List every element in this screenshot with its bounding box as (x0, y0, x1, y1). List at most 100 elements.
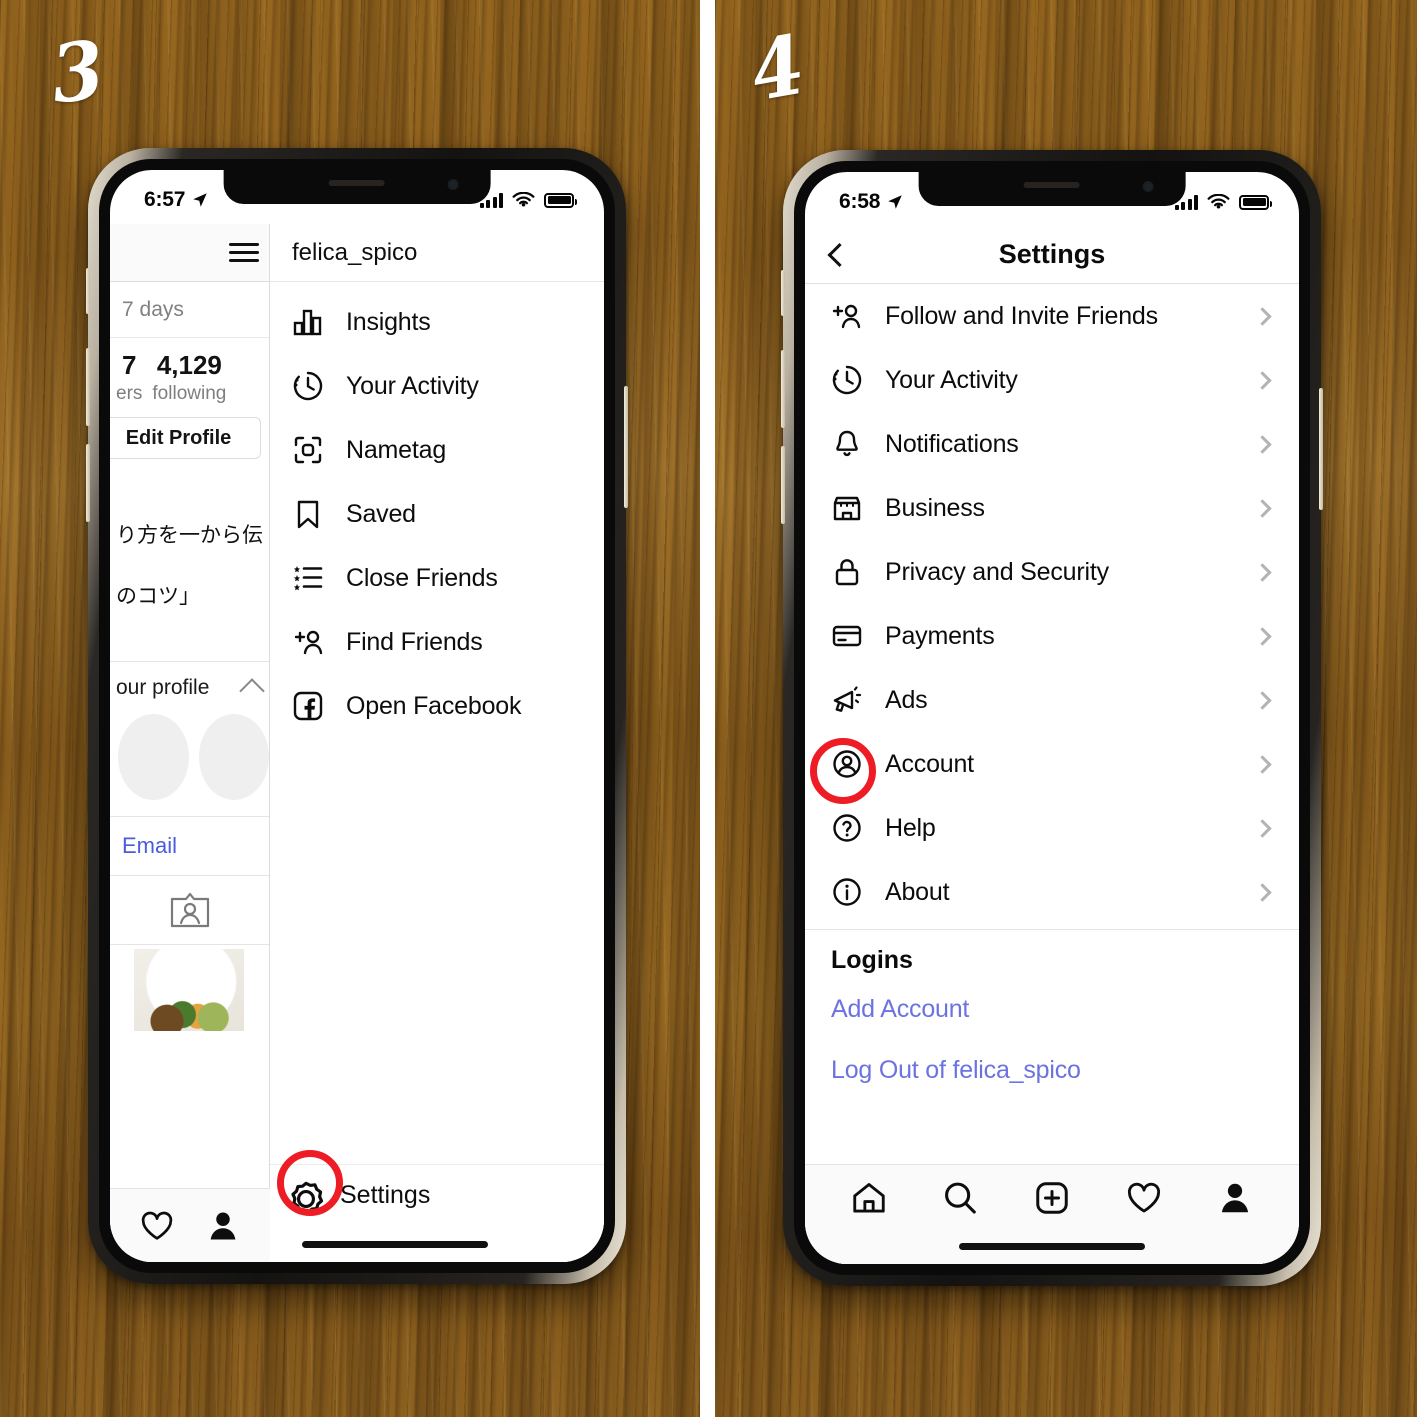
chevron-right-icon (1253, 306, 1272, 326)
story-highlight-circles[interactable] (110, 710, 269, 816)
heart-icon[interactable] (139, 1208, 175, 1244)
home-icon[interactable] (850, 1179, 888, 1217)
home-indicator (302, 1241, 488, 1248)
stat-followers[interactable]: 7 ers (116, 350, 142, 405)
chevron-right-icon (1253, 690, 1272, 710)
menu-item-close-friends[interactable]: Close Friends (270, 546, 604, 610)
menu-item-your-activity[interactable]: Your Activity (270, 354, 604, 418)
chevron-right-icon (1253, 562, 1272, 582)
left-profile-tabbar (110, 1188, 270, 1262)
front-camera (447, 179, 459, 190)
settings-row-label: Account (885, 749, 974, 778)
chevron-right-icon (1253, 626, 1272, 646)
settings-row-label: Business (885, 493, 985, 522)
email-link[interactable]: Email (110, 817, 269, 875)
status-time: 6:57 (144, 188, 186, 211)
left-phone-bezel: 6:57 7 days 7 ers 4,129 following Edit P… (99, 159, 615, 1273)
tagged-tab[interactable] (110, 876, 269, 944)
status-time-group: 6:57 (144, 188, 209, 212)
settings-row-payments[interactable]: Payments (805, 604, 1299, 668)
earpiece-speaker (1024, 182, 1080, 188)
menu-item-insights[interactable]: Insights (270, 290, 604, 354)
account-person-circle-icon (833, 750, 861, 778)
bio-line-1: り方を一から伝 (116, 523, 263, 547)
left-screen-body: 7 days 7 ers 4,129 following Edit Profil… (110, 224, 604, 1262)
clock-activity-icon (832, 365, 862, 395)
search-icon[interactable] (941, 1179, 979, 1217)
menu-item-nametag[interactable]: Nametag (270, 418, 604, 482)
edit-profile-button[interactable]: Edit Profile (110, 417, 261, 459)
profile-person-icon[interactable] (1216, 1179, 1254, 1217)
settings-row-label: Privacy and Security (885, 557, 1109, 586)
menu-item-find-friends[interactable]: Find Friends (270, 610, 604, 674)
nametag-scan-icon (294, 436, 322, 464)
settings-row-account[interactable]: Account (805, 732, 1299, 796)
step-number-left: 3 (47, 24, 109, 122)
wifi-icon (512, 191, 535, 207)
settings-row-business[interactable]: Business (805, 476, 1299, 540)
credit-card-icon (832, 625, 862, 647)
phone-mute-switch (781, 270, 785, 316)
chevron-up-icon (239, 678, 265, 704)
menu-item-label: Close Friends (346, 563, 498, 592)
settings-nav-bar: Settings (805, 226, 1299, 284)
phone-volume-up-button (781, 350, 785, 428)
location-arrow-icon (888, 195, 902, 209)
following-count: 4,129 (156, 350, 222, 380)
front-camera (1142, 181, 1154, 192)
menu-item-saved[interactable]: Saved (270, 482, 604, 546)
settings-row-label: Help (885, 813, 936, 842)
your-profile-section-header[interactable]: our profile (110, 662, 269, 710)
heart-icon[interactable] (1125, 1179, 1163, 1217)
profile-top-bar (110, 224, 269, 282)
settings-row-notifications[interactable]: Notifications (805, 412, 1299, 476)
your-profile-label: our profile (116, 675, 210, 699)
settings-row-label: Follow and Invite Friends (885, 301, 1158, 330)
chevron-left-icon[interactable] (827, 242, 852, 267)
chevron-right-icon (1253, 818, 1272, 838)
earpiece-speaker (329, 180, 385, 186)
lock-icon (835, 559, 859, 586)
menu-item-label: Open Facebook (346, 691, 522, 720)
wifi-icon (1207, 193, 1230, 209)
page-title: Settings (998, 239, 1106, 269)
settings-row-about[interactable]: About (805, 860, 1299, 924)
menu-item-label: Nametag (346, 435, 447, 464)
menu-item-open-facebook[interactable]: Open Facebook (270, 674, 604, 738)
highlight-circle[interactable] (118, 713, 189, 800)
status-time: 6:58 (839, 190, 881, 213)
highlight-circle[interactable] (198, 713, 269, 800)
chevron-right-icon (1253, 370, 1272, 390)
menu-item-label: Your Activity (346, 371, 479, 400)
find-friends-person-plus-icon (294, 630, 323, 655)
left-phone-device: 6:57 7 days 7 ers 4,129 following Edit P… (86, 148, 628, 1284)
log-out-link[interactable]: Log Out of felica_spico (805, 1040, 1299, 1101)
settings-list: Follow and Invite Friends Your Activity (805, 284, 1299, 1264)
battery-full-icon (544, 192, 577, 208)
profile-column: 7 days 7 ers 4,129 following Edit Profil… (110, 224, 270, 1262)
add-account-link[interactable]: Add Account (805, 979, 1299, 1040)
stat-following[interactable]: 4,129 following (152, 350, 226, 405)
settings-row-your-activity[interactable]: Your Activity (805, 348, 1299, 412)
settings-row-privacy-and-security[interactable]: Privacy and Security (805, 540, 1299, 604)
settings-row-label: Payments (885, 621, 995, 650)
status-time-group: 6:58 (839, 190, 904, 214)
settings-row-follow-invite-friends[interactable]: Follow and Invite Friends (805, 284, 1299, 348)
hamburger-icon[interactable] (229, 238, 259, 268)
saved-bookmark-icon (297, 500, 319, 529)
post-thumbnail[interactable] (134, 948, 244, 1031)
person-plus-icon (832, 304, 861, 329)
person-filled-icon[interactable] (205, 1208, 241, 1244)
facebook-icon (293, 691, 323, 721)
settings-row-ads[interactable]: Ads (805, 668, 1299, 732)
phone-volume-up-button (86, 348, 90, 426)
right-phone-bezel: 6:58 Settings Follow and Invite Friends … (794, 161, 1310, 1275)
settings-row-help[interactable]: Help (805, 796, 1299, 860)
add-post-icon[interactable] (1033, 1179, 1071, 1217)
megaphone-icon (833, 686, 862, 712)
profile-stats: 7 ers 4,129 following (110, 338, 269, 411)
profile-bio: り方を一から伝 のコツ」 (110, 505, 269, 627)
location-arrow-icon (193, 193, 207, 207)
battery-full-icon (1239, 194, 1272, 210)
bio-line-2: のコツ」 (116, 583, 200, 608)
